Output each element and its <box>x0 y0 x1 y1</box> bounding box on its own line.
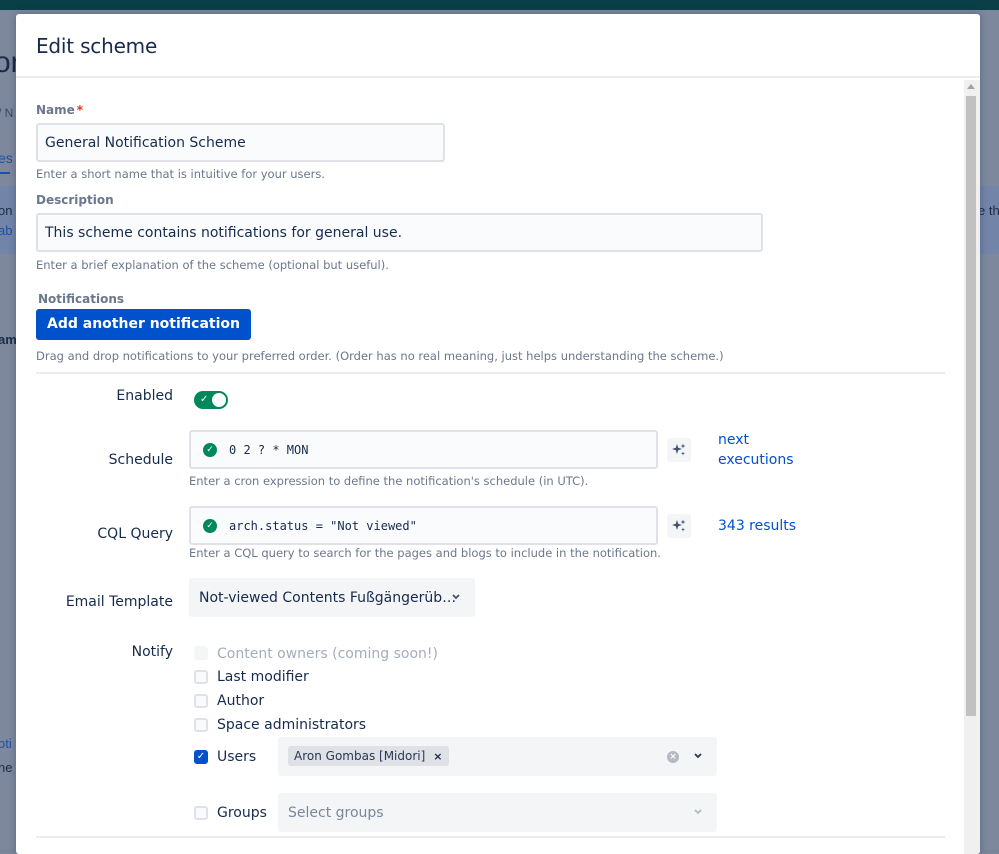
toggle-knob <box>212 393 226 407</box>
content-owners-checkbox <box>194 646 208 660</box>
dialog-body: Name * General Notification Scheme Enter … <box>16 80 964 854</box>
scrollbar-thumb[interactable] <box>966 96 976 716</box>
notifications-divider <box>36 372 945 374</box>
last-modifier-label[interactable]: Last modifier <box>217 669 309 685</box>
notifications-label: Notifications <box>38 292 125 306</box>
chevron-down-icon <box>694 809 702 815</box>
cql-query-label: CQL Query <box>97 526 173 542</box>
groups-checkbox[interactable] <box>194 806 208 820</box>
background-tab-underline <box>0 172 10 174</box>
content-owners-label: Content owners (coming soon!) <box>217 646 438 662</box>
notifications-helper: Drag and drop notifications to your pref… <box>36 349 724 363</box>
background-banner-link: ab <box>0 223 13 238</box>
name-input-value: General Notification Scheme <box>45 134 246 151</box>
chevron-down-icon <box>452 594 460 600</box>
groups-label[interactable]: Groups <box>217 805 267 821</box>
email-template-select[interactable]: Not-viewed Contents Fußgängerüb… <box>189 578 475 617</box>
sparkle-icon <box>672 443 686 456</box>
dialog-title: Edit scheme <box>36 34 158 58</box>
description-label: Description <box>36 193 114 207</box>
app-top-bar <box>0 0 999 10</box>
next-executions-line2: executions <box>718 452 794 468</box>
background-section-heading: am <box>0 332 17 347</box>
valid-check-icon: ✓ <box>203 442 217 457</box>
notification-divider <box>36 836 945 838</box>
schedule-input[interactable]: ✓ 0 2 ? * MON <box>189 430 658 469</box>
email-template-label: Email Template <box>65 594 173 610</box>
clear-icon[interactable]: × <box>667 751 679 763</box>
background-banner-text: on <box>0 203 13 218</box>
description-input-value: This scheme contains notifications for g… <box>45 224 403 241</box>
name-input[interactable]: General Notification Scheme <box>36 123 445 162</box>
chevron-down-icon[interactable] <box>693 752 703 760</box>
name-label: Name * <box>36 103 83 117</box>
check-icon: ✓ <box>200 394 209 405</box>
remove-tag-icon[interactable]: × <box>433 750 442 763</box>
description-input[interactable]: This scheme contains notifications for g… <box>36 213 763 252</box>
author-checkbox[interactable] <box>194 694 208 708</box>
add-notification-button[interactable]: Add another notification <box>36 309 251 340</box>
space-administrators-checkbox[interactable] <box>194 718 208 732</box>
scroll-up-arrow-icon[interactable] <box>967 84 975 89</box>
schedule-value: 0 2 ? * MON <box>229 442 309 457</box>
users-checkbox[interactable]: ✓ <box>194 750 208 764</box>
next-executions-link[interactable]: next executions <box>718 430 794 470</box>
cql-query-value: arch.status = "Not viewed" <box>229 518 417 533</box>
valid-check-icon: ✓ <box>203 518 217 533</box>
email-template-value: Not-viewed Contents Fußgängerüb… <box>199 589 457 606</box>
enabled-toggle[interactable]: ✓ <box>194 391 228 409</box>
cql-query-input[interactable]: ✓ arch.status = "Not viewed" <box>189 506 658 545</box>
dialog-scrollbar[interactable] <box>964 80 980 854</box>
dialog-header: Edit scheme <box>16 14 980 78</box>
schedule-helper: Enter a cron expression to define the no… <box>189 474 589 488</box>
background-link: oti <box>0 736 12 751</box>
name-helper: Enter a short name that is intuitive for… <box>36 167 325 181</box>
user-tag-label: Aron Gombas [Midori] <box>294 749 426 763</box>
last-modifier-checkbox[interactable] <box>194 670 208 684</box>
background-tab: es <box>0 150 13 166</box>
schedule-label: Schedule <box>108 452 173 468</box>
name-label-text: Name <box>36 103 75 117</box>
schedule-ai-assist-button[interactable] <box>667 438 691 462</box>
enabled-label: Enabled <box>116 388 173 404</box>
author-label[interactable]: Author <box>217 693 264 709</box>
users-select[interactable]: Aron Gombas [Midori] × × <box>278 737 717 776</box>
cql-results-link[interactable]: 343 results <box>718 516 796 536</box>
required-marker: * <box>76 103 84 117</box>
user-tag: Aron Gombas [Midori] × <box>288 746 449 766</box>
space-administrators-label[interactable]: Space administrators <box>217 717 366 733</box>
cql-ai-assist-button[interactable] <box>667 514 691 538</box>
description-helper: Enter a brief explanation of the scheme … <box>36 258 389 272</box>
background-breadcrumb: / N <box>0 106 14 120</box>
groups-select[interactable]: Select groups <box>278 793 717 832</box>
notify-label: Notify <box>131 644 173 660</box>
groups-placeholder: Select groups <box>288 804 384 821</box>
users-label[interactable]: Users <box>217 749 256 765</box>
background-banner-text-right: e th <box>978 203 999 218</box>
next-executions-line1: next <box>718 432 750 448</box>
cql-query-helper: Enter a CQL query to search for the page… <box>189 546 661 560</box>
edit-scheme-dialog: Edit scheme Name * General Notification S… <box>16 14 980 854</box>
sparkle-icon <box>672 519 686 532</box>
